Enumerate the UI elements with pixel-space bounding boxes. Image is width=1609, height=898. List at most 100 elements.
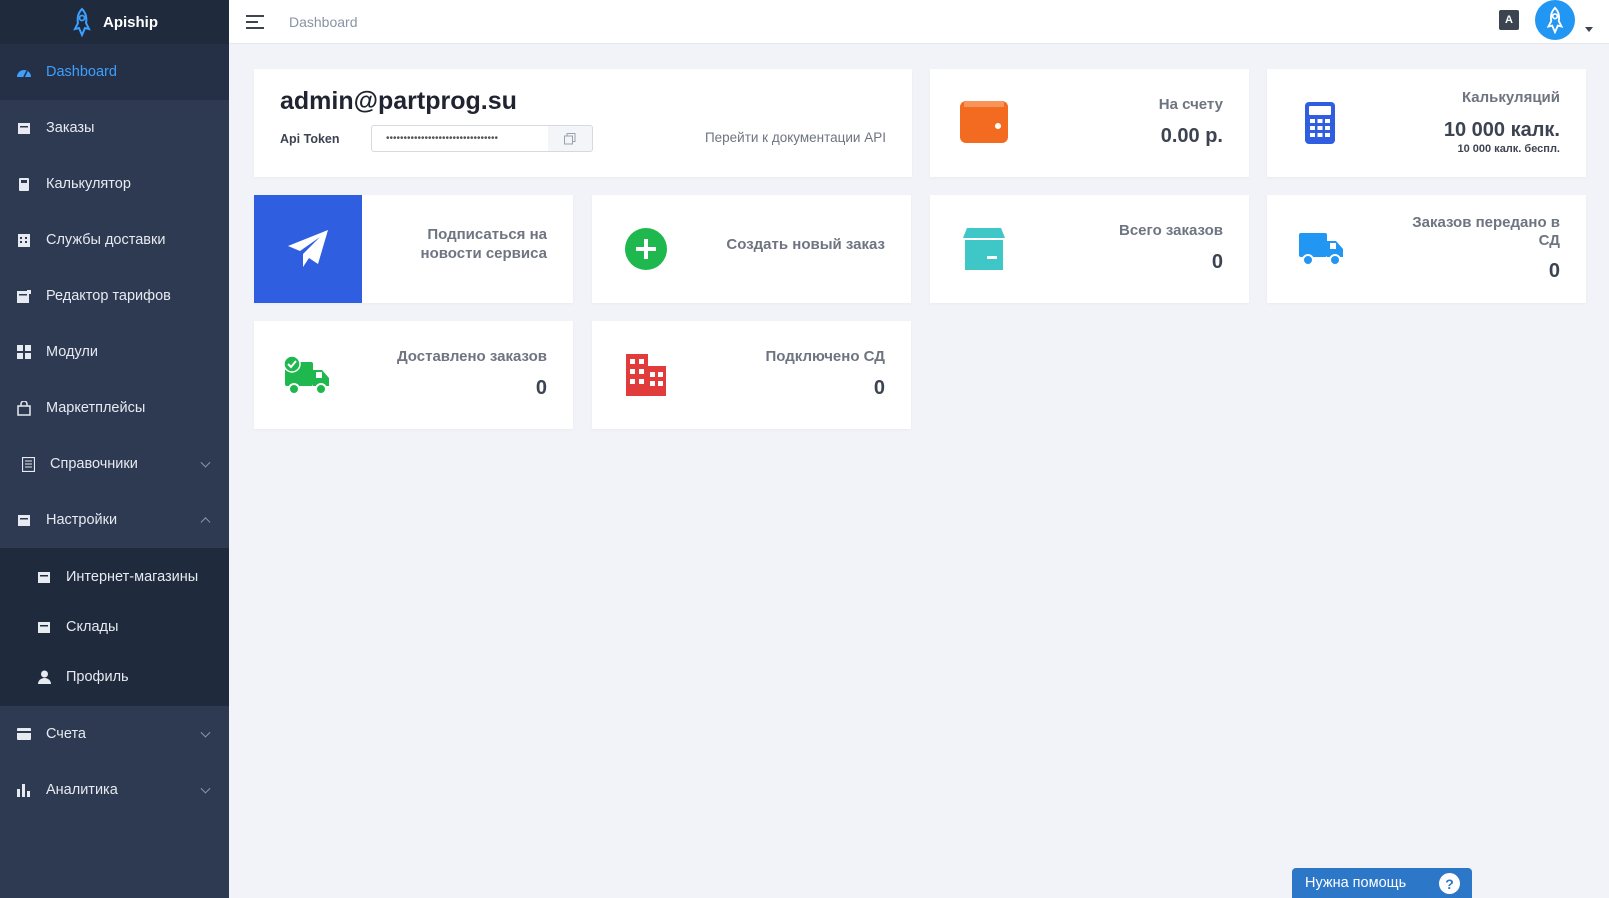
- copy-token-button[interactable]: [548, 125, 593, 152]
- sidebar-item-label: Счета: [46, 726, 86, 742]
- sidebar-subitem-warehouses[interactable]: Склады: [0, 602, 229, 652]
- connected-card[interactable]: Подключено СД 0: [592, 321, 911, 429]
- sidebar-item-calculator[interactable]: Калькулятор: [0, 156, 229, 212]
- rocket-logo-icon: [71, 7, 93, 37]
- chevron-up-icon: [200, 517, 211, 528]
- bills-icon: [16, 726, 32, 742]
- api-token-value: ••••••••••••••••••••••••••••••••: [386, 133, 499, 144]
- connected-value: 0: [873, 377, 885, 399]
- topbar: Dashboard A: [229, 0, 1609, 44]
- wallet-icon: [960, 101, 1008, 143]
- sidebar-subitem-label: Интернет-магазины: [66, 569, 199, 585]
- sidebar-item-modules[interactable]: Модули: [0, 324, 229, 380]
- account-card: admin@partprog.su Api Token ••••••••••••…: [254, 69, 912, 177]
- caret-down-icon[interactable]: [1585, 27, 1593, 32]
- help-label: Нужна помощь: [1305, 875, 1407, 891]
- sidebar-item-orders[interactable]: Заказы: [0, 100, 229, 156]
- api-docs-link[interactable]: Перейти к документации API: [705, 130, 886, 145]
- sidebar-subitem-label: Склады: [66, 619, 119, 635]
- paper-plane-icon: [288, 230, 328, 267]
- avatar[interactable]: [1535, 0, 1575, 40]
- total-orders-value: 0: [1211, 251, 1223, 273]
- sidebar: Apiship Dashboard Заказы Калькулятор Слу…: [0, 0, 229, 898]
- help-button[interactable]: Нужна помощь ?: [1292, 868, 1472, 898]
- total-orders-label: Всего заказов: [1119, 222, 1223, 239]
- orders-transferred-card[interactable]: Заказов передано в СД 0: [1267, 195, 1586, 303]
- connected-label: Подключено СД: [765, 348, 886, 365]
- sidebar-item-tariff-editor[interactable]: Редактор тарифов: [0, 268, 229, 324]
- warehouse-icon: [36, 619, 52, 635]
- sidebar-item-label: Редактор тарифов: [46, 288, 171, 304]
- tariff-editor-icon: [16, 288, 32, 304]
- settings-icon: [16, 512, 32, 528]
- orders-transferred-label: Заказов передано в СД: [1412, 214, 1560, 249]
- chevron-down-icon: [200, 457, 211, 468]
- calculations-card[interactable]: Калькуляций 10 000 калк. 10 000 калк. бе…: [1267, 69, 1586, 177]
- settings-submenu: Интернет-магазины Склады Профиль: [0, 548, 229, 706]
- sidebar-item-label: Заказы: [46, 120, 95, 136]
- sidebar-item-settings[interactable]: Настройки: [0, 492, 229, 548]
- account-email: admin@partprog.su: [280, 87, 517, 115]
- sidebar-item-dashboard[interactable]: Dashboard: [0, 44, 229, 100]
- delivered-value: 0: [535, 377, 547, 399]
- new-order-label: Создать новый заказ: [726, 236, 885, 253]
- chevron-down-icon: [200, 783, 211, 794]
- analytics-icon: [16, 782, 32, 798]
- delivered-card[interactable]: Доставлено заказов 0: [254, 321, 573, 429]
- sidebar-item-marketplaces[interactable]: Маркетплейсы: [0, 380, 229, 436]
- sidebar-item-label: Настройки: [46, 512, 118, 528]
- sidebar-item-label: Справочники: [50, 456, 138, 472]
- balance-value: 0.00 р.: [1160, 125, 1223, 147]
- calculations-free: 10 000 калк. беспл.: [1457, 143, 1560, 155]
- truck-check-icon: [283, 356, 331, 396]
- shopping-bag-icon: [16, 400, 32, 416]
- modules-icon: [16, 344, 32, 360]
- calculations-label: Калькуляций: [1461, 89, 1560, 106]
- subscribe-card[interactable]: Подписаться на новости сервиса: [254, 195, 573, 303]
- breadcrumb[interactable]: Dashboard: [289, 14, 358, 30]
- copy-icon: [564, 132, 576, 144]
- sidebar-subitem-profile[interactable]: Профиль: [0, 652, 229, 702]
- calculator-icon: [1305, 102, 1335, 144]
- total-orders-card[interactable]: Всего заказов 0: [930, 195, 1249, 303]
- translate-icon[interactable]: A: [1499, 10, 1519, 30]
- calculator-icon: [16, 176, 32, 192]
- sidebar-subitem-stores[interactable]: Интернет-магазины: [0, 552, 229, 602]
- delivered-label: Доставлено заказов: [396, 348, 547, 365]
- api-token-label: Api Token: [280, 132, 340, 146]
- question-icon: ?: [1439, 873, 1460, 894]
- sidebar-item-analytics[interactable]: Аналитика: [0, 762, 229, 818]
- balance-label: На счету: [1158, 96, 1223, 113]
- new-order-card[interactable]: Создать новый заказ: [592, 195, 911, 303]
- rocket-avatar-icon: [1546, 6, 1564, 34]
- sidebar-item-label: Калькулятор: [46, 176, 131, 192]
- sidebar-item-label: Маркетплейсы: [46, 400, 146, 416]
- dashboard-icon: [16, 64, 32, 80]
- orders-icon: [16, 120, 32, 136]
- balance-card[interactable]: На счету 0.00 р.: [930, 69, 1249, 177]
- brand[interactable]: Apiship: [0, 0, 229, 44]
- calculations-value: 10 000 калк.: [1443, 119, 1560, 141]
- building-icon: [626, 354, 666, 396]
- box-icon: [963, 228, 1005, 270]
- delivery-services-icon: [16, 232, 32, 248]
- sidebar-item-references[interactable]: Справочники: [0, 436, 229, 492]
- chevron-down-icon: [200, 727, 211, 738]
- truck-icon: [1299, 231, 1343, 267]
- sidebar-item-label: Dashboard: [46, 64, 117, 80]
- store-icon: [36, 569, 52, 585]
- sidebar-item-delivery-services[interactable]: Службы доставки: [0, 212, 229, 268]
- sidebar-item-label: Модули: [46, 344, 98, 360]
- sidebar-item-bills[interactable]: Счета: [0, 706, 229, 762]
- subscribe-label: Подписаться на новости сервиса: [420, 226, 547, 262]
- sidebar-subitem-label: Профиль: [66, 669, 129, 685]
- book-icon: [20, 456, 36, 472]
- menu-toggle-icon[interactable]: [246, 14, 264, 29]
- sidebar-item-label: Аналитика: [46, 782, 118, 798]
- orders-transferred-value: 0: [1548, 260, 1560, 282]
- api-token-field[interactable]: ••••••••••••••••••••••••••••••••: [371, 125, 549, 152]
- brand-name: Apiship: [103, 13, 158, 31]
- sidebar-item-label: Службы доставки: [46, 232, 166, 248]
- user-icon: [36, 669, 52, 685]
- subscribe-icon-box: [254, 195, 362, 303]
